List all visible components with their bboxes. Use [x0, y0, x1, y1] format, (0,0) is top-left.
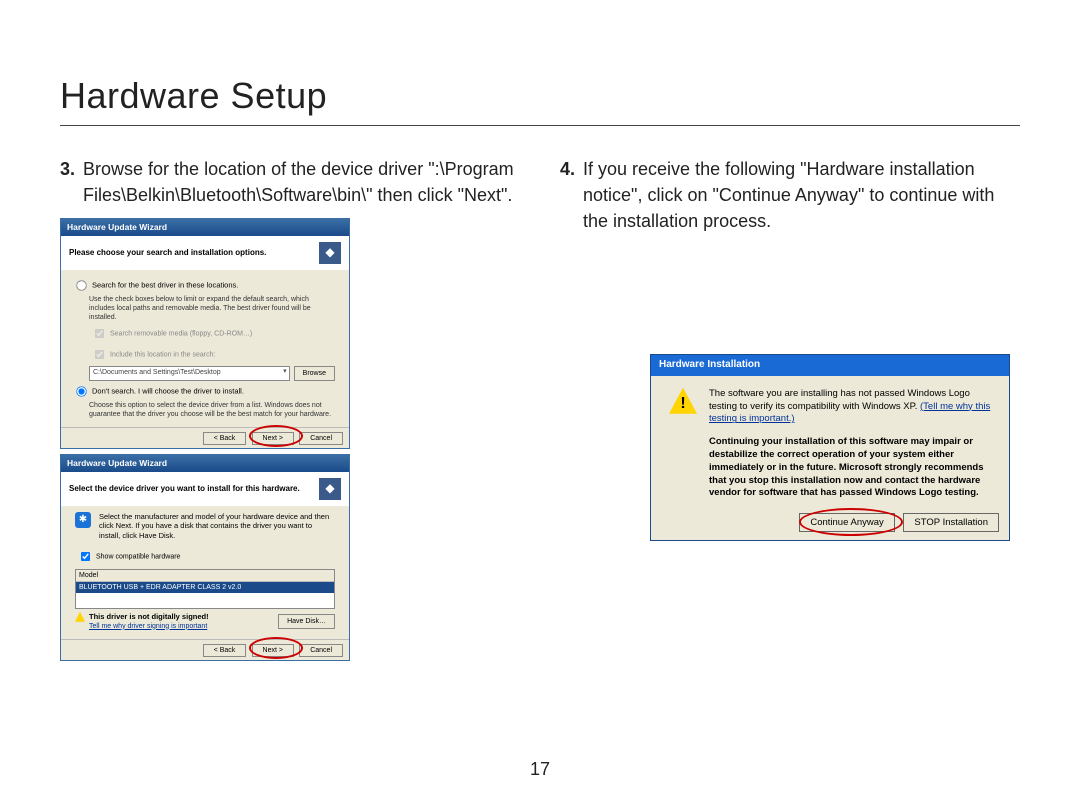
- radio-dont-search-input[interactable]: [76, 386, 86, 396]
- browse-button[interactable]: Browse: [294, 366, 335, 381]
- radio-search-best-input[interactable]: [76, 280, 86, 290]
- device-icon-2: ◆: [319, 478, 341, 500]
- have-disk-button[interactable]: Have Disk…: [278, 614, 335, 629]
- wizard1-back-button[interactable]: < Back: [203, 432, 247, 445]
- chk-compatible-hardware[interactable]: [81, 552, 90, 561]
- step-4-number: 4.: [560, 156, 575, 234]
- title-rule: [60, 125, 1020, 126]
- step-4-text: If you receive the following "Hardware i…: [583, 156, 1020, 234]
- why-signing-link[interactable]: Tell me why driver signing is important: [89, 622, 209, 631]
- wizard2-heading: Select the device driver you want to ins…: [69, 483, 300, 495]
- hardware-installation-dialog: Hardware Installation The software you a…: [650, 354, 1010, 541]
- warning-icon: [75, 612, 85, 622]
- wizard1-next-button[interactable]: Next >: [252, 432, 294, 445]
- device-icon: ◆: [319, 242, 341, 264]
- page-title: Hardware Setup: [60, 75, 1020, 117]
- radio-search-best[interactable]: Search for the best driver in these loca…: [75, 279, 335, 292]
- continue-anyway-button[interactable]: Continue Anyway: [799, 513, 894, 532]
- wizard-select-driver-dialog: Hardware Update Wizard Select the device…: [60, 454, 350, 661]
- model-column-header: Model: [76, 570, 334, 582]
- model-list[interactable]: Model BLUETOOTH USB + EDR ADAPTER CLASS …: [75, 569, 335, 609]
- wizard1-titlebar: Hardware Update Wizard: [61, 219, 349, 235]
- chk-removable: [95, 329, 104, 338]
- wizard2-back-button[interactable]: < Back: [203, 644, 247, 657]
- dont-search-help: Choose this option to select the device …: [89, 401, 335, 419]
- step-3-text: Browse for the location of the device dr…: [83, 156, 520, 208]
- step-3: 3. Browse for the location of the device…: [60, 156, 520, 208]
- wizard-search-dialog: Hardware Update Wizard Please choose you…: [60, 218, 350, 449]
- wizard2-titlebar: Hardware Update Wizard: [61, 455, 349, 471]
- wizard1-cancel-button[interactable]: Cancel: [299, 432, 343, 445]
- page-number: 17: [0, 759, 1080, 780]
- chk-compatible-hardware-label: Show compatible hardware: [96, 553, 180, 560]
- wizard2-next-button[interactable]: Next >: [252, 644, 294, 657]
- location-combo[interactable]: C:\Documents and Settings\Test\Desktop: [89, 366, 290, 381]
- wizard1-heading: Please choose your search and installati…: [69, 247, 266, 259]
- wizard2-instructions: Select the manufacturer and model of you…: [99, 512, 335, 541]
- bluetooth-icon: ✱: [75, 512, 91, 528]
- chk-include-location: [95, 350, 104, 359]
- radio-search-best-label: Search for the best driver in these loca…: [92, 280, 238, 289]
- hwi-titlebar: Hardware Installation: [651, 355, 1009, 376]
- chk-include-location-label: Include this location in the search:: [110, 351, 215, 358]
- step-3-number: 3.: [60, 156, 75, 208]
- wizard2-cancel-button[interactable]: Cancel: [299, 644, 343, 657]
- model-row-selected[interactable]: BLUETOOTH USB + EDR ADAPTER CLASS 2 v2.0: [76, 582, 334, 593]
- hwi-bold-warning: Continuing your installation of this sof…: [709, 436, 991, 500]
- warning-triangle-icon: [669, 388, 697, 414]
- search-help-text: Use the check boxes below to limit or ex…: [89, 295, 335, 322]
- stop-installation-button[interactable]: STOP Installation: [903, 513, 999, 532]
- radio-dont-search-label: Don't search. I will choose the driver t…: [92, 386, 244, 395]
- not-signed-text: This driver is not digitally signed!: [89, 612, 209, 622]
- chk-removable-label: Search removable media (floppy, CD-ROM…): [110, 330, 252, 337]
- radio-dont-search[interactable]: Don't search. I will choose the driver t…: [75, 385, 335, 398]
- step-4: 4. If you receive the following "Hardwar…: [560, 156, 1020, 234]
